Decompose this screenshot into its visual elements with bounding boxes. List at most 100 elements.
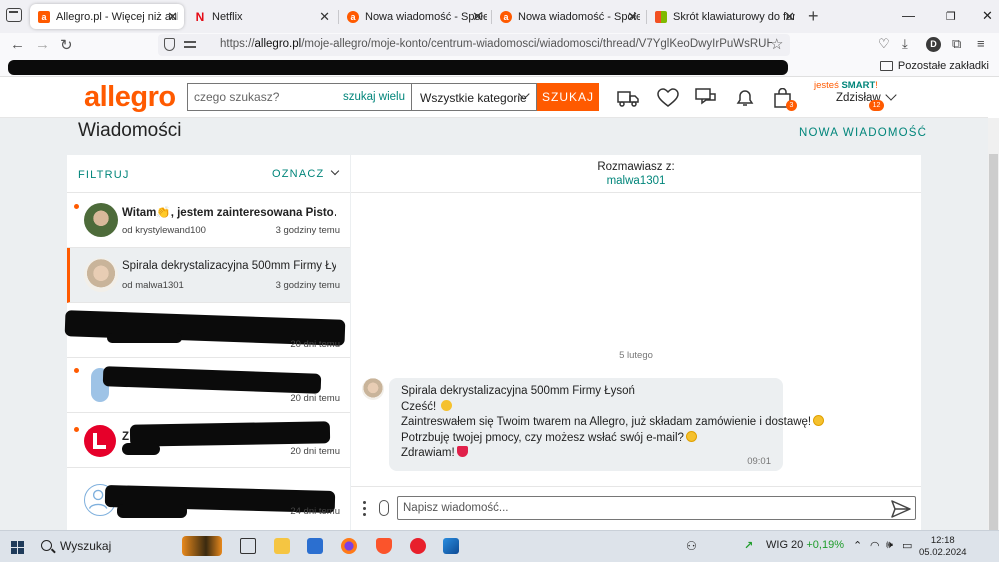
- system-clock[interactable]: 12:18 05.02.2024: [919, 535, 967, 559]
- netflix-icon: N: [195, 9, 205, 24]
- restore-icon[interactable]: ❐: [946, 10, 956, 23]
- partner-username[interactable]: malwa1301: [351, 175, 921, 187]
- address-bar[interactable]: https://allegro.pl/moje-allegro/moje-kon…: [158, 34, 790, 56]
- mark-button[interactable]: OZNACZ: [272, 166, 340, 180]
- thread-item[interactable]: 20 dni temu: [64, 303, 350, 358]
- minimize-icon[interactable]: —: [902, 8, 915, 23]
- delivery-truck-icon[interactable]: [617, 88, 639, 108]
- thread-item[interactable]: Z 20 dni temu: [67, 413, 350, 468]
- download-icon[interactable]: ⤓: [902, 36, 908, 52]
- tab-allegro-main[interactable]: a Allegro.pl - Więcej niż aukcje. N ✕: [30, 4, 184, 29]
- task-view-icon[interactable]: [240, 538, 256, 554]
- redacted-content: [117, 504, 187, 518]
- firefox-icon[interactable]: [341, 538, 357, 554]
- thread-sender: od malwa1301: [122, 280, 184, 291]
- tracking-shield-icon[interactable]: [164, 38, 175, 51]
- heart-emoji-icon: [456, 446, 468, 457]
- search-button[interactable]: SZUKAJ: [537, 83, 599, 111]
- chevron-up-icon[interactable]: ⌃: [853, 539, 862, 552]
- notifications-bell-icon[interactable]: [734, 88, 756, 108]
- profile-icon[interactable]: D: [926, 37, 941, 52]
- wifi-icon[interactable]: ◠: [870, 539, 880, 552]
- allegro-logo[interactable]: allegro: [84, 81, 176, 114]
- stock-ticker[interactable]: WIG 20 +0,19%: [766, 539, 844, 551]
- chevron-down-icon[interactable]: [885, 89, 897, 101]
- tab-new-message-2[interactable]: a Nowa wiadomość - Społecznoś ✕: [492, 4, 644, 29]
- thread-time: 3 godziny temu: [275, 280, 340, 291]
- page-scrollbar[interactable]: [988, 118, 999, 530]
- search-multiple-link[interactable]: szukaj wielu: [343, 91, 405, 103]
- chat-panel: Rozmawiasz z: malwa1301 5 lutego Spirala…: [351, 155, 921, 530]
- url-text[interactable]: https://allegro.pl/moje-allegro/moje-kon…: [220, 38, 772, 50]
- message-composer: [351, 486, 921, 530]
- extensions-icon[interactable]: ⧉: [952, 36, 961, 52]
- winking-face-emoji-icon: [813, 415, 825, 426]
- volume-icon[interactable]: 🕪: [886, 539, 893, 552]
- bookmark-star-icon[interactable]: ☆: [770, 35, 783, 53]
- tab-list-icon[interactable]: [6, 8, 22, 22]
- message-line: Zaintreswałem się Twoim twarem na Allegr…: [401, 415, 825, 431]
- file-explorer-icon[interactable]: [274, 538, 290, 554]
- window-close-icon[interactable]: ✕: [982, 8, 993, 24]
- messages-icon[interactable]: [695, 88, 717, 108]
- heart-icon[interactable]: [657, 88, 679, 108]
- search-input[interactable]: [188, 84, 348, 110]
- butterfly-widget-icon[interactable]: [182, 536, 222, 556]
- thread-list-panel: FILTRUJ OZNACZ Witam👏, jestem zaintereso…: [64, 155, 350, 530]
- smart-status[interactable]: jesteś SMART!: [814, 80, 878, 91]
- other-bookmarks[interactable]: Pozostałe zakładki: [879, 60, 989, 72]
- vivaldi-icon[interactable]: [410, 538, 426, 554]
- back-icon[interactable]: ←: [10, 36, 25, 53]
- message-line: Potrzbuję twojej pmocy, czy możesz wsłać…: [401, 430, 771, 447]
- unread-indicator: [74, 204, 79, 209]
- new-tab-icon[interactable]: +: [808, 6, 819, 27]
- brave-icon[interactable]: [376, 538, 392, 554]
- close-icon[interactable]: ✕: [784, 9, 795, 25]
- clapping-hands-emoji-icon: [441, 399, 453, 411]
- allegro-icon: a: [500, 10, 512, 23]
- people-icon[interactable]: ⚇: [686, 539, 697, 553]
- thread-time: 20 dni temu: [290, 446, 340, 457]
- redacted-bookmarks: [8, 60, 788, 75]
- browser-nav-bar: ← → ↻ https://allegro.pl/moje-allegro/mo…: [0, 33, 999, 57]
- more-options-icon[interactable]: [363, 501, 367, 517]
- close-icon[interactable]: ✕: [319, 9, 330, 25]
- redacted-content: [122, 443, 160, 455]
- thread-title: Spirala dekrystalizacyjna 500mm Firmy Ły…: [122, 260, 336, 272]
- photos-app-icon[interactable]: [443, 538, 459, 554]
- tab-keyboard-shortcut[interactable]: Skrót klawiaturowy do funkcji P ✕: [647, 4, 801, 29]
- reload-icon[interactable]: ↻: [60, 36, 73, 54]
- folder-icon: [879, 61, 893, 71]
- category-select[interactable]: Wszystkie kategorie: [411, 83, 537, 111]
- close-icon[interactable]: ✕: [627, 9, 638, 25]
- message-input[interactable]: [397, 496, 916, 520]
- avatar: [84, 425, 116, 457]
- message-bubble: Spirala dekrystalizacyjna 500mm Firmy Ły…: [389, 378, 825, 471]
- unread-indicator: [74, 427, 79, 432]
- thread-item[interactable]: 24 dni temu: [67, 468, 350, 530]
- thread-sender: od krystylewand100: [122, 225, 206, 236]
- tab-netflix[interactable]: N Netflix ✕: [186, 4, 336, 29]
- chevron-down-icon: [331, 166, 340, 176]
- thread-item-selected[interactable]: Spirala dekrystalizacyjna 500mm Firmy Ły…: [67, 248, 350, 303]
- permissions-icon[interactable]: [184, 39, 196, 50]
- search-icon: [41, 540, 52, 551]
- thread-time: 3 godziny temu: [275, 225, 340, 236]
- attachment-icon[interactable]: [379, 500, 389, 516]
- menu-icon[interactable]: ≡: [977, 36, 985, 51]
- scrollbar-thumb[interactable]: [989, 154, 998, 530]
- close-icon[interactable]: ✕: [472, 9, 483, 25]
- thread-item[interactable]: 20 dni temu: [67, 358, 350, 413]
- pocket-icon[interactable]: ♡: [878, 36, 890, 52]
- filter-button[interactable]: FILTRUJ: [78, 169, 130, 181]
- microsoft-store-icon[interactable]: [307, 538, 323, 554]
- thread-item[interactable]: Witam👏, jestem zainteresowana Pisto… od …: [67, 193, 350, 248]
- send-icon[interactable]: [891, 500, 911, 518]
- windows-start-icon[interactable]: [11, 541, 24, 554]
- forward-icon[interactable]: →: [35, 36, 50, 53]
- battery-icon[interactable]: ▭: [902, 539, 912, 552]
- close-icon[interactable]: ✕: [167, 9, 178, 25]
- new-message-button[interactable]: NOWA WIADOMOŚĆ: [799, 127, 927, 139]
- thread-time: 24 dni temu: [290, 506, 340, 517]
- tab-new-message-1[interactable]: a Nowa wiadomość - Społecznoś ✕: [339, 4, 489, 29]
